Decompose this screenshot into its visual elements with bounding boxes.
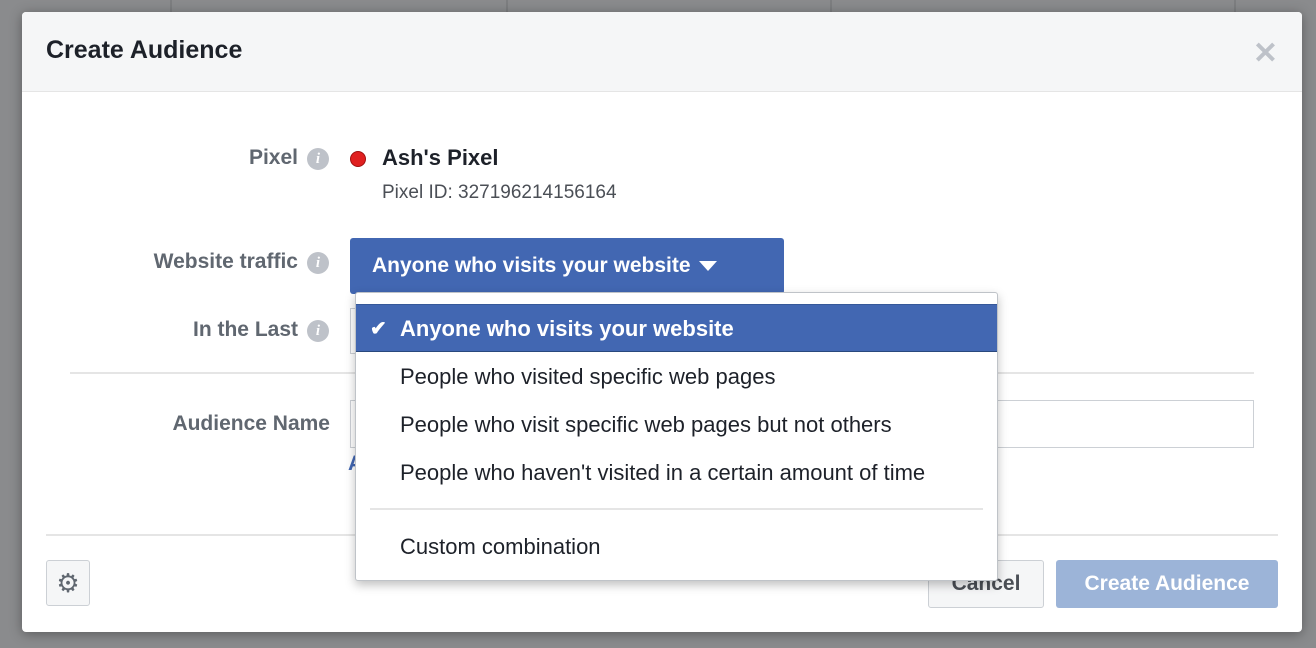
- menu-item-not-visited[interactable]: People who haven't visited in a certain …: [356, 449, 997, 497]
- website-traffic-value: Anyone who visits your website: [372, 254, 691, 277]
- create-audience-button[interactable]: Create Audience: [1056, 560, 1278, 608]
- pixel-label: Pixel: [248, 146, 298, 169]
- dialog-title: Create Audience: [46, 36, 243, 64]
- background-divider: [506, 0, 508, 12]
- website-traffic-dropdown[interactable]: Anyone who visits your website: [350, 238, 784, 294]
- menu-item-label: People who haven't visited in a certain …: [400, 460, 926, 485]
- info-icon[interactable]: i: [307, 320, 329, 342]
- dialog-header: Create Audience ✕: [22, 12, 1302, 92]
- background-divider: [1234, 0, 1236, 12]
- audience-name-label: Audience Name: [172, 412, 330, 435]
- website-traffic-menu: ✔ Anyone who visits your website People w…: [355, 292, 998, 581]
- caret-down-icon: [698, 261, 717, 272]
- checkmark-icon: ✔: [370, 318, 387, 340]
- info-icon[interactable]: i: [307, 148, 329, 170]
- in-the-last-label: In the Last: [192, 318, 298, 341]
- menu-item-label: Custom combination: [400, 534, 601, 559]
- close-icon[interactable]: ✕: [1253, 36, 1278, 71]
- menu-divider: [370, 508, 983, 510]
- pixel-status-icon: [350, 151, 366, 167]
- background-divider: [170, 0, 172, 12]
- background-divider: [830, 0, 832, 12]
- menu-item-custom-combination[interactable]: Custom combination: [356, 523, 997, 571]
- menu-item-anyone[interactable]: ✔ Anyone who visits your website: [356, 304, 997, 352]
- gear-icon[interactable]: ⚙: [46, 560, 90, 606]
- menu-item-label: People who visited specific web pages: [400, 364, 776, 389]
- menu-item-label: Anyone who visits your website: [400, 316, 734, 341]
- menu-item-specific-not-others[interactable]: People who visit specific web pages but …: [356, 401, 997, 449]
- pixel-id: Pixel ID: 327196214156164: [382, 182, 617, 203]
- pixel-name: Ash's Pixel: [382, 145, 499, 170]
- info-icon[interactable]: i: [307, 252, 329, 274]
- website-traffic-label: Website traffic: [153, 250, 298, 273]
- menu-item-label: People who visit specific web pages but …: [400, 412, 892, 437]
- menu-item-specific-pages[interactable]: People who visited specific web pages: [356, 353, 997, 401]
